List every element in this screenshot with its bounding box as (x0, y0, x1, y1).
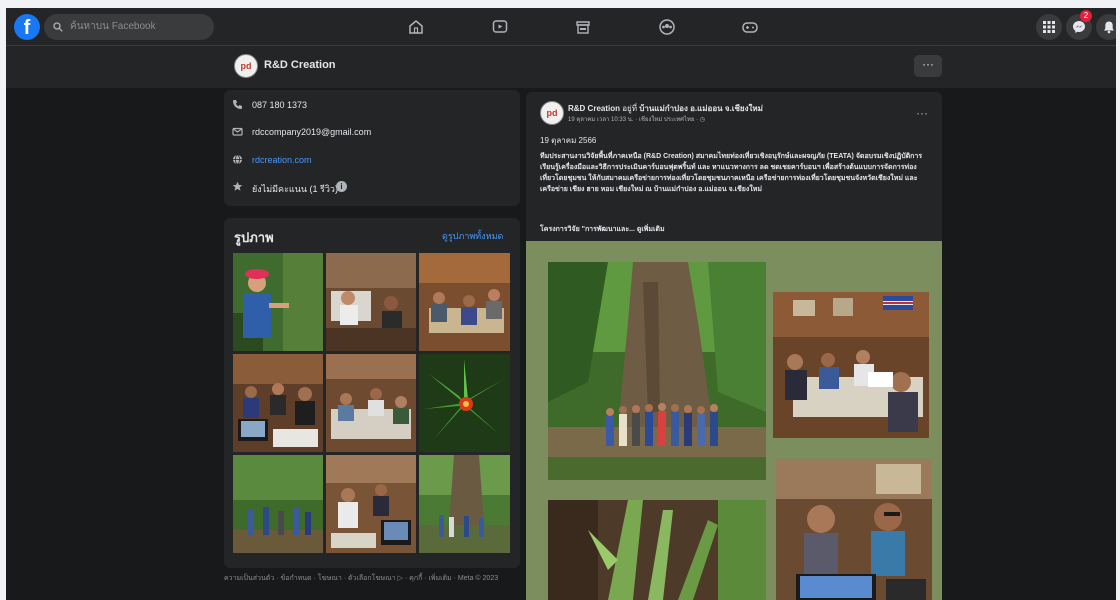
page-more-button[interactable]: ··· (914, 55, 942, 77)
page-avatar[interactable]: pd (234, 54, 258, 78)
photo-men-with-laptop (776, 459, 932, 600)
search-placeholder: ค้นหาบน Facebook (70, 21, 156, 32)
photo-thumbnail[interactable] (233, 455, 323, 553)
photo-thumbnail[interactable] (419, 455, 510, 553)
rating-text[interactable]: ยังไม่มีคะแนน (1 รีวิว) (252, 182, 338, 196)
post-author-avatar[interactable]: pd (540, 101, 564, 125)
photo-woman-red-hat (233, 253, 323, 351)
photo-forest-group (233, 455, 323, 553)
photo-thumbnail[interactable] (419, 253, 510, 351)
post-location[interactable]: บ้านแม่กำปอง อ.แม่ออน จ.เชียงใหม่ (639, 104, 763, 113)
footer-links[interactable]: ความเป็นส่วนตัว · ข้อกำหนด · โฆษณา · ตัว… (224, 574, 514, 584)
photo-group-table (419, 253, 510, 351)
photos-heading: รูปภาพ (234, 230, 274, 245)
photo-giant-tree-group (548, 262, 766, 480)
post-date: 19 ตุลาคม 2566 (540, 136, 597, 145)
photo-laptop-workshop (233, 354, 323, 452)
gaming-icon[interactable] (740, 17, 760, 37)
photo-thumbnail[interactable] (233, 354, 323, 452)
gallery-photo-leaves[interactable] (548, 500, 766, 600)
search-input[interactable]: ค้นหาบน Facebook (44, 14, 214, 40)
notifications-button[interactable] (1096, 14, 1116, 40)
photo-thumbnail[interactable] (233, 253, 323, 351)
menu-button[interactable] (1036, 14, 1062, 40)
phone-icon (233, 100, 242, 109)
photo-thumbnail[interactable] (326, 253, 416, 351)
post-at-word: อยู่ที่ (622, 104, 638, 113)
gallery-photo-tree-group[interactable] (548, 262, 766, 480)
messenger-icon (1073, 21, 1085, 33)
post-body-text: ทีมประสานงานวิจัยพื้นที่ภาคเหนือ (R&D Cr… (540, 153, 923, 193)
groups-icon[interactable] (657, 17, 677, 37)
gallery-photo-laptop[interactable] (776, 459, 932, 600)
notification-badge: 2 (1080, 10, 1092, 22)
phone-number: 087 180 1373 (252, 100, 308, 110)
bell-icon (1104, 21, 1114, 34)
see-all-photos-link[interactable]: ดูรูปภาพทั้งหมด (442, 229, 503, 243)
home-icon[interactable] (406, 17, 426, 37)
photo-red-flower (419, 354, 510, 452)
photo-discussion (326, 354, 416, 452)
photo-computer-work (326, 455, 416, 553)
search-icon (53, 22, 63, 32)
post-timestamp[interactable]: 19 ตุลาคม เวลา 10:33 น. · เชียงใหม่ ประเ… (568, 114, 705, 124)
email-icon (232, 127, 243, 136)
photo-thumbnail[interactable] (326, 354, 416, 452)
photo-thumbnail[interactable] (326, 455, 416, 553)
post-photo-gallery (526, 241, 942, 600)
globe-icon (233, 154, 242, 165)
photo-thumbnail[interactable] (419, 354, 510, 452)
photo-big-tree (419, 455, 510, 553)
photo-meeting-room (326, 253, 416, 351)
page-header (6, 46, 1116, 88)
gallery-photo-meeting[interactable] (773, 292, 929, 438)
post-author-name[interactable]: R&D Creation (568, 104, 620, 113)
post-see-more[interactable]: โครงการวิจัย "การพัฒนาและ... ดูเพิ่มเติม (540, 224, 665, 235)
facebook-window: f ค้นหาบน Facebook 2 pd R&D Creation ··· (6, 8, 1116, 600)
info-icon[interactable]: i (336, 181, 347, 192)
photo-meeting-table (773, 292, 929, 438)
marketplace-icon[interactable] (573, 17, 593, 37)
grid-menu-icon (1043, 21, 1055, 33)
post-options-button[interactable]: ··· (916, 106, 928, 120)
photo-forest-plant (548, 500, 766, 600)
page-title[interactable]: R&D Creation (264, 59, 336, 71)
email-address[interactable]: rdccompany2019@gmail.com (252, 127, 371, 137)
watch-icon[interactable] (490, 17, 510, 37)
website-link[interactable]: rdcreation.com (252, 155, 312, 165)
facebook-logo-icon[interactable]: f (14, 14, 40, 40)
star-icon (232, 181, 243, 191)
top-navigation-bar: f ค้นหาบน Facebook 2 (6, 8, 1116, 46)
